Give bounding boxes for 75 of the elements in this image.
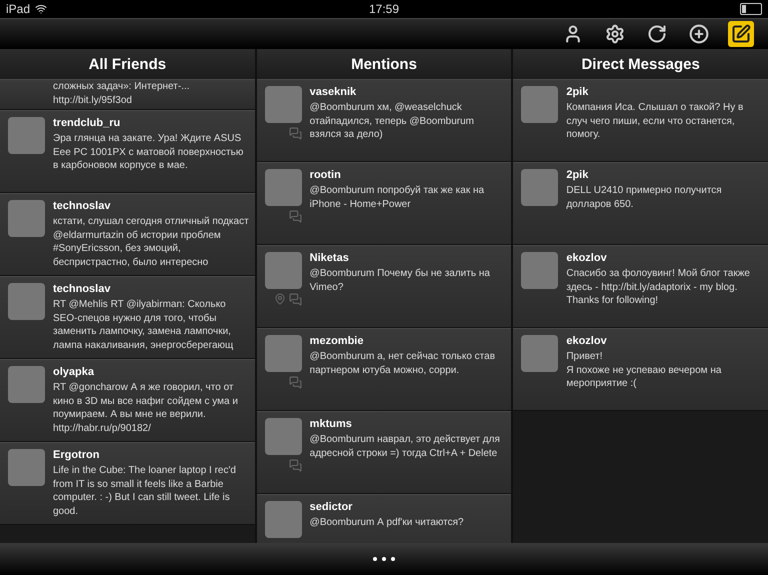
tweet-text: RT @Mehlis RT @ilyabirman: Сколько SEO-спецов нужно для того, чтобы заменить лампочку, замена лампочки, лампа накаливания, энергосберегающ <box>53 298 234 352</box>
avatar <box>8 200 45 237</box>
tweet-row[interactable]: technoslav кстати, слушал сегодня отличный подкаст @eldarmurtazin об истории проблем #SonyEricsson, без эмоций, беспристрастно, было интересно <box>0 193 255 276</box>
tweet-text: сложных задач»: Интернет-... http://bit.ly/95f3od <box>53 80 191 108</box>
avatar <box>264 501 302 538</box>
tweet-text: @Boomburum наврал, это действует для адресной строки =) тогда Ctrl+A + Delete <box>310 433 501 460</box>
avatar <box>8 449 45 486</box>
tweet-text: Эра глянца на закате. Ура! Ждите ASUS Eee PC 1001PX с матовой поверхностью в карбоновом корпусе в мае. <box>53 132 244 172</box>
tweet-row[interactable]: mktums @Boomburum наврал, это действует для адресной строки =) тогда Ctrl+A + Delete <box>256 411 512 494</box>
username: ekozlov <box>566 252 608 264</box>
tweet-row[interactable]: ekozlov Привет! Я похоже не успеваю вечером на мероприятие :( <box>513 328 768 411</box>
tweet-text: @Boomburum Почему бы не залить на Vimeo? <box>310 267 491 294</box>
settings-icon <box>605 24 625 44</box>
tweet-text: RT @goncharow А я же говорил, что от кино в 3D мы все нафиг сойдем с ума и поумираем. А вы мне не верили. http://habr.ru/p/90182/ <box>53 381 239 435</box>
username: technoslav <box>53 200 112 212</box>
tweet-row[interactable]: сложных задач»: Интернет-... http://bit.ly/95f3od <box>0 79 255 110</box>
tweet-text: DELL U2410 примерно получится долларов 650. <box>566 184 723 211</box>
tweet-text: @Boomburum попробуй так же как на iPhone - Home+Power <box>310 184 486 211</box>
device-name: iPad <box>6 2 30 16</box>
column-header: Direct Messages <box>513 49 768 79</box>
tweet-text: Привет! Я похоже не успеваю вечером на мероприятие :( <box>566 350 722 390</box>
avatar <box>521 252 558 289</box>
tweet-text: Компания Иса. Слышал о такой? Ну в случ чего пиши, если что останется, помогу. <box>566 101 744 142</box>
tweet-row[interactable]: 2pik DELL U2410 примерно получится долларов 650. <box>513 162 768 245</box>
tweet-text: Спасибо за фолоувинг! Мой блог также здесь - http://bit.ly/adaptorix - my blog. Thanks for following! <box>566 267 751 308</box>
column-header: All Friends <box>0 49 255 79</box>
username: Niketas <box>310 252 350 264</box>
person-icon <box>563 24 583 44</box>
avatar <box>521 335 558 372</box>
avatar <box>264 252 302 289</box>
column-header: Mentions <box>256 49 512 79</box>
tweet-row[interactable]: sedictor @Boomburum А pdf'ки читаются? <box>256 494 512 543</box>
username: technoslav <box>53 283 112 295</box>
username: mezombie <box>310 335 364 347</box>
tweet-row[interactable]: trendclub_ru Эра глянца на закате. Ура! Ждите ASUS Eee PC 1001PX с матовой поверхностью в карбоновом корпусе в мае. <box>0 110 255 193</box>
username: vaseknik <box>310 86 358 98</box>
avatar <box>521 86 558 123</box>
tweet-text: @Boomburum А pdf'ки читаются? <box>310 516 464 530</box>
tweet-text: кстати, слушал сегодня отличный подкаст @eldarmurtazin об истории проблем #SonyEricsson, без эмоций, беспристрастно, было интересно <box>53 215 249 269</box>
avatar <box>8 366 45 403</box>
tweet-row[interactable]: mezombie @Boomburum а, нет сейчас только став партнером ютуба можно, сорри. <box>256 328 512 411</box>
tweet-row[interactable]: Ergotron Life in the Cube: The loaner laptop I rec'd from IT is so small it feels like a Barbie computer. : -) But I can still tweet. Life is good. <box>0 442 255 525</box>
username: Ergotron <box>53 449 100 461</box>
tweet-text: Life in the Cube: The loaner laptop I rec'd from IT is so small it feels like a Barbie computer. : -) But I can still tweet. Life is good. <box>53 464 237 518</box>
username: mktums <box>310 418 353 430</box>
avatar <box>264 86 302 123</box>
compose-button[interactable] <box>728 21 754 47</box>
avatar <box>8 117 45 154</box>
page-dots-icon[interactable] <box>373 557 395 561</box>
avatar <box>264 418 302 455</box>
username: olyapka <box>53 366 95 378</box>
avatar <box>521 169 558 206</box>
avatar <box>264 169 302 206</box>
plus-icon <box>689 24 709 44</box>
username: sedictor <box>310 501 354 513</box>
avatar <box>8 283 45 320</box>
compose-icon <box>731 24 751 44</box>
username: ekozlov <box>566 335 608 347</box>
tweet-row[interactable]: vaseknik @Boomburum хм, @weaselchuck отайпадился, теперь @Boomburum взялся за дело) <box>256 79 512 162</box>
tweet-row[interactable]: olyapka RT @goncharow А я же говорил, что от кино в 3D мы все нафиг сойдем с ума и поумираем. А вы мне не верили. http://habr.ru/p/90182/ <box>0 359 255 442</box>
battery-icon <box>740 3 762 15</box>
avatar <box>264 335 302 372</box>
clock: 17:59 <box>368 2 400 16</box>
tweet-row[interactable]: rootin @Boomburum попробуй так же как на iPhone - Home+Power <box>256 162 512 245</box>
username: trendclub_ru <box>53 117 122 129</box>
username: rootin <box>310 169 342 181</box>
tweet-text: @Boomburum хм, @weaselchuck отайпадился, теперь @Boomburum взялся за дело) <box>310 101 476 142</box>
tweet-row[interactable]: 2pik Компания Иса. Слышал о такой? Ну в случ чего пиши, если что останется, помогу. <box>513 79 768 162</box>
tweet-text: @Boomburum а, нет сейчас только став партнером ютуба можно, сорри. <box>310 350 496 377</box>
tweet-row[interactable]: Niketas @Boomburum Почему бы не залить на Vimeo? <box>256 245 512 328</box>
tweet-row[interactable]: ekozlov Спасибо за фолоувинг! Мой блог также здесь - http://bit.ly/adaptorix - my blog. Thanks for following! <box>513 245 768 328</box>
username: 2pik <box>566 169 590 181</box>
refresh-icon <box>647 24 667 44</box>
username: 2pik <box>566 86 590 98</box>
tweet-row[interactable]: technoslav RT @Mehlis RT @ilyabirman: Сколько SEO-спецов нужно для того, чтобы заменить лампочку, замена лампочки, лампа накаливания, энергосберегающ <box>0 276 255 359</box>
